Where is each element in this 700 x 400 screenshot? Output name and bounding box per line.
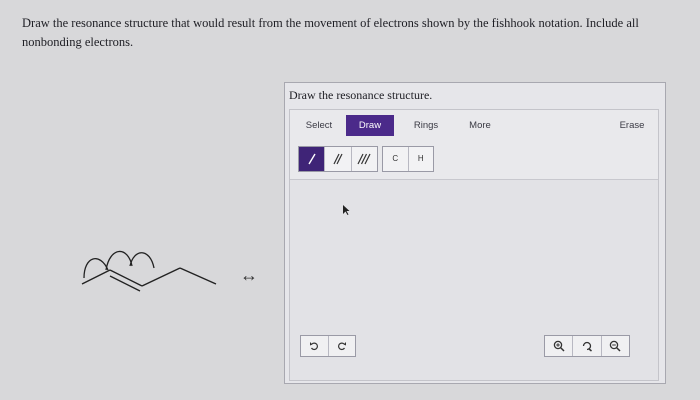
zoom-out-button[interactable]: [602, 336, 629, 356]
fishhook-arrow-2: [105, 250, 133, 271]
bond-3: [141, 267, 181, 287]
redo-icon: [337, 342, 346, 351]
zoom-reset-button[interactable]: [573, 336, 602, 356]
resonance-arrow: ↔: [240, 265, 258, 285]
tab-erase[interactable]: Erase: [612, 115, 652, 136]
question-text: Draw the resonance structure that would …: [22, 16, 639, 49]
triple-bond-button[interactable]: [352, 147, 377, 171]
history-controls: [300, 335, 356, 357]
zoom-out-icon: [610, 340, 621, 352]
double-bond-icon: [333, 153, 343, 165]
panel-title: Draw the resonance structure.: [289, 88, 433, 102]
editor-toolbar: Select Draw Rings More Erase C H: [290, 110, 658, 180]
bond-1: [81, 269, 111, 285]
single-bond-icon: [308, 153, 316, 165]
fishhook-arrow-1: [83, 258, 109, 279]
zoom-controls: [544, 335, 630, 357]
zoom-reset-icon: [582, 341, 592, 352]
zoom-in-button[interactable]: [545, 336, 574, 356]
atom-tools: C H: [382, 146, 434, 172]
tab-rings[interactable]: Rings: [406, 115, 446, 136]
atom-h-button[interactable]: H: [409, 147, 434, 171]
mouse-pointer-icon: [343, 205, 350, 215]
tab-draw[interactable]: Draw: [346, 115, 394, 136]
single-bond-button[interactable]: [299, 147, 326, 171]
undo-button[interactable]: [301, 336, 329, 356]
drawing-panel: Draw the resonance structure. Select Dra…: [284, 82, 666, 384]
fishhook-arrow-3: [129, 252, 155, 269]
tab-more[interactable]: More: [460, 115, 500, 136]
undo-icon: [310, 342, 319, 351]
atom-c-button[interactable]: C: [383, 147, 409, 171]
bond-tools: [298, 146, 378, 172]
triple-bond-icon: [357, 153, 371, 165]
zoom-in-icon: [553, 340, 565, 352]
double-bond-button[interactable]: [325, 147, 352, 171]
bond-4: [179, 267, 217, 285]
structure-editor[interactable]: Select Draw Rings More Erase C H: [289, 109, 659, 381]
redo-button[interactable]: [329, 336, 356, 356]
molecule-structure: [81, 250, 217, 292]
tab-select[interactable]: Select: [298, 115, 340, 136]
